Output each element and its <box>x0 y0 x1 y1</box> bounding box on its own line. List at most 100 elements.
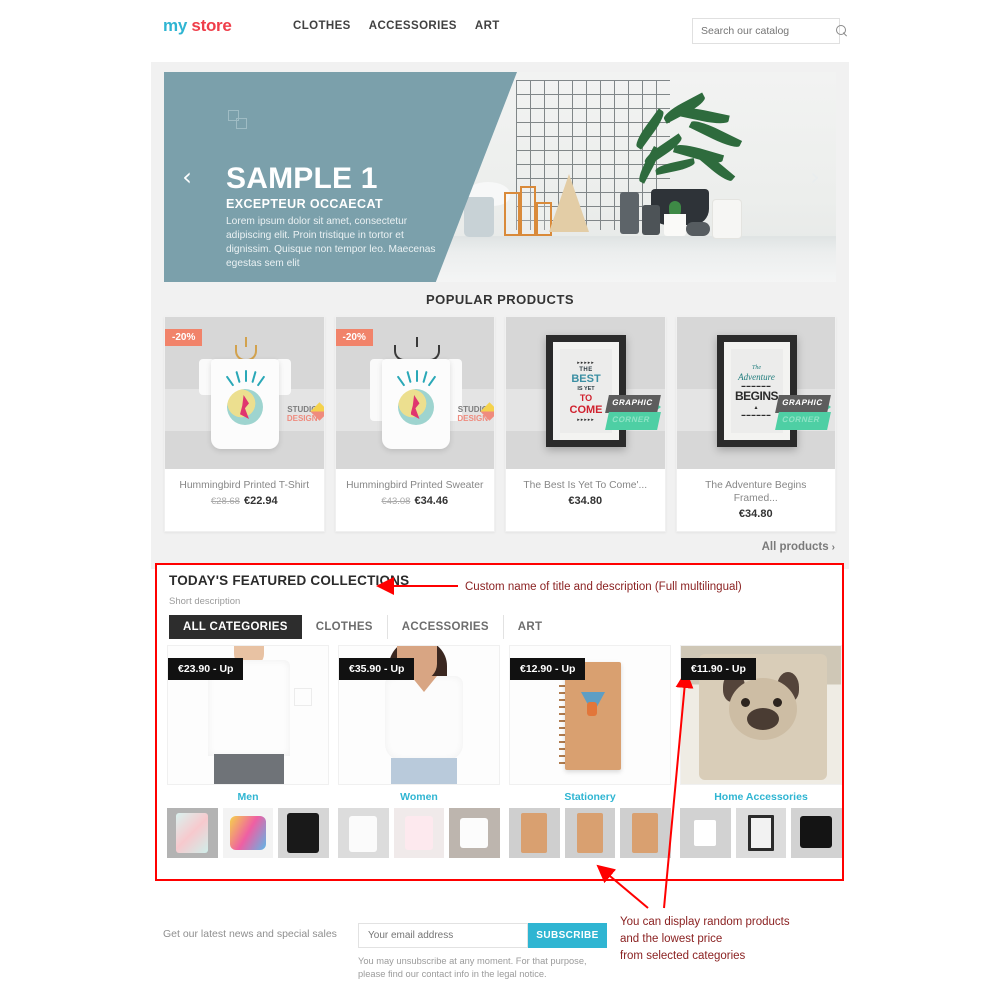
rays-decor <box>396 369 436 387</box>
hero-title: SAMPLE 1 <box>226 162 378 195</box>
thumbnail[interactable] <box>620 808 671 858</box>
rays-decor <box>225 369 266 387</box>
product-new-price: €22.94 <box>243 495 278 507</box>
product-image: -20% STUDIO DESIGN <box>165 317 324 469</box>
two-squares-icon <box>228 110 252 132</box>
product-price: €43.08 €34.46 <box>336 495 495 518</box>
tab-accessories[interactable]: ACCESSORIES <box>388 615 504 639</box>
product-new-price: €34.46 <box>414 495 449 507</box>
thumbnail[interactable] <box>278 808 329 858</box>
art-word: BEGINS <box>734 389 779 403</box>
product-card[interactable]: -20% STUDIO D <box>334 316 495 532</box>
product-image: ▸▸▸▸▸ THE BEST IS YET TO COME ▸▸▸▸▸ GRAP… <box>506 317 665 469</box>
thumbnail[interactable] <box>222 808 274 858</box>
site-header: my store CLOTHES ACCESSORIES ART <box>0 0 1000 62</box>
annotation-random-products: You can display random products and the … <box>620 914 790 965</box>
tab-all-categories[interactable]: ALL CATEGORIES <box>169 615 302 639</box>
category-card[interactable]: €12.90 - Up Stationery <box>509 645 671 858</box>
product-name[interactable]: The Adventure Begins Framed... <box>677 469 836 508</box>
product-name[interactable]: The Best Is Yet To Come'... <box>506 469 665 495</box>
thumbnail[interactable] <box>449 808 500 858</box>
search-box[interactable] <box>692 18 846 44</box>
logo-text-store: store <box>191 16 232 35</box>
product-price: €28.68 €22.94 <box>165 495 324 518</box>
popular-products-heading: POPULAR PRODUCTS <box>425 292 575 307</box>
annotation-line-1: You can display random products <box>620 916 790 928</box>
discount-badge: -20% <box>335 329 373 346</box>
product-new-price: €34.80 <box>738 508 773 520</box>
nav-item-clothes[interactable]: CLOTHES <box>293 20 351 32</box>
discount-badge: -20% <box>165 329 203 346</box>
ribbon-top-label: GRAPHIC <box>775 395 831 413</box>
chevron-right-icon[interactable]: › <box>804 162 826 192</box>
site-logo[interactable]: my store <box>163 16 232 36</box>
nav-item-art[interactable]: ART <box>475 20 500 32</box>
category-name[interactable]: Men <box>167 785 329 808</box>
category-image[interactable]: €11.90 - Up <box>680 645 842 785</box>
product-old-price: €43.08 <box>381 496 411 507</box>
v-neck <box>411 676 437 692</box>
category-name[interactable]: Women <box>338 785 500 808</box>
main-navigation: CLOTHES ACCESSORIES ART <box>293 20 500 32</box>
product-card[interactable]: The Adventure ▬▬▬▬▬▬ BEGINS ▴ ▬▬▬▬▬▬ GRA… <box>675 316 836 532</box>
product-name[interactable]: Hummingbird Printed Sweater <box>336 469 495 495</box>
category-price-badge: €23.90 - Up <box>168 658 244 680</box>
tab-art[interactable]: ART <box>504 615 557 639</box>
hero-slider[interactable]: SAMPLE 1 EXCEPTEUR OCCAECAT Lorem ipsum … <box>164 72 836 282</box>
logo-text-my: my <box>163 16 187 35</box>
category-thumbnails <box>167 808 329 858</box>
category-price-badge: €35.90 - Up <box>339 658 415 680</box>
thumbnail[interactable] <box>393 808 445 858</box>
thumbnail[interactable] <box>735 808 787 858</box>
annotation-line-2: and the lowest price <box>620 933 723 945</box>
newsletter-legal-note: You may unsubscribe at any moment. For t… <box>358 956 587 979</box>
hummingbird-logo <box>227 389 263 425</box>
featured-description: Short description <box>169 596 241 607</box>
category-card[interactable]: €23.90 - Up Men <box>167 645 329 858</box>
category-card[interactable]: €11.90 - Up Home Accessories <box>680 645 842 858</box>
all-products-link[interactable]: All products › <box>762 541 835 553</box>
art-word: The <box>752 365 761 371</box>
category-card[interactable]: €35.90 - Up Women <box>338 645 500 858</box>
product-name[interactable]: Hummingbird Printed T-Shirt <box>165 469 324 495</box>
product-card[interactable]: -20% STUDIO D <box>164 316 325 532</box>
art-word: THE <box>579 366 593 373</box>
thumbnail[interactable] <box>509 808 560 858</box>
tab-clothes[interactable]: CLOTHES <box>302 615 388 639</box>
all-products-label: All products <box>761 541 829 553</box>
thumbnail[interactable] <box>564 808 616 858</box>
search-icon[interactable] <box>836 25 848 37</box>
category-price-badge: €11.90 - Up <box>681 658 756 680</box>
featured-tabs: ALL CATEGORIES CLOTHES ACCESSORIES ART <box>169 615 556 639</box>
thumbnail[interactable] <box>167 808 218 858</box>
product-image: The Adventure ▬▬▬▬▬▬ BEGINS ▴ ▬▬▬▬▬▬ GRA… <box>676 317 835 469</box>
decor-letter-a <box>549 174 589 232</box>
thumbnail[interactable] <box>791 808 842 858</box>
art-word: Adventure <box>738 372 775 382</box>
product-card[interactable]: ▸▸▸▸▸ THE BEST IS YET TO COME ▸▸▸▸▸ GRAP… <box>505 316 666 532</box>
storefront-page: my store CLOTHES ACCESSORIES ART Search … <box>0 0 1000 1000</box>
nav-item-accessories[interactable]: ACCESSORIES <box>369 20 457 32</box>
thumbnail[interactable] <box>680 808 731 858</box>
decor-bin <box>464 197 494 237</box>
art-word: COME <box>569 403 603 416</box>
category-thumbnails <box>338 808 500 858</box>
category-image[interactable]: €12.90 - Up <box>509 645 671 785</box>
category-image[interactable]: €35.90 - Up <box>338 645 500 785</box>
ribbon-bottom-label: CORNER <box>775 412 831 430</box>
subscribe-button[interactable]: SUBSCRIBE <box>528 923 607 948</box>
graphic-corner-ribbon: GRAPHIC CORNER <box>604 395 663 435</box>
category-name[interactable]: Stationery <box>509 785 671 808</box>
hero-description: Lorem ipsum dolor sit amet, consectetur … <box>226 216 436 269</box>
product-image: -20% STUDIO DESIGN <box>335 317 494 469</box>
decor-plant-leaves <box>616 92 746 195</box>
chevron-left-icon[interactable]: ‹ <box>176 162 198 192</box>
newsletter-email-input[interactable] <box>358 923 528 948</box>
search-input[interactable] <box>701 25 836 37</box>
art-word: TO <box>579 392 593 403</box>
thumbnail[interactable] <box>338 808 389 858</box>
art-word: IS YET <box>577 385 595 392</box>
category-image[interactable]: €23.90 - Up <box>167 645 329 785</box>
ribbon-bottom-label: CORNER <box>604 412 661 430</box>
category-name[interactable]: Home Accessories <box>680 785 842 808</box>
